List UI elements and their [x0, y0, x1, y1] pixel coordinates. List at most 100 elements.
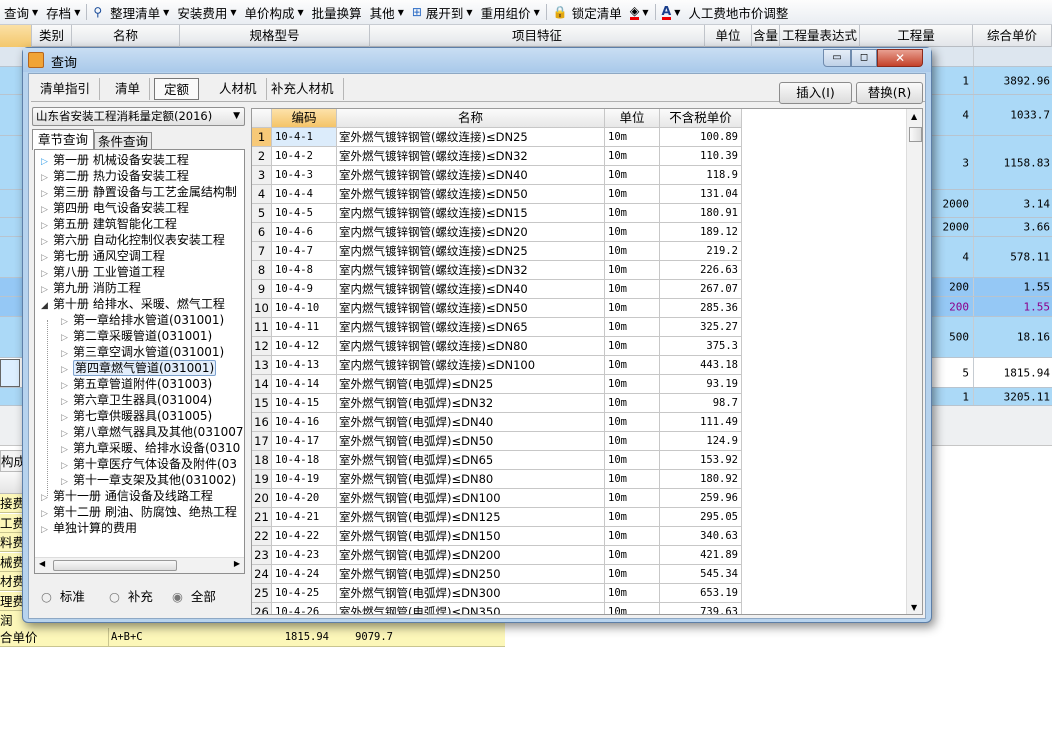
table-row[interactable]: 16 10-4-16 室外燃气钢管(电弧焊)≤DN40 10m 111.49 [252, 413, 742, 432]
table-row[interactable]: 23 10-4-23 室外燃气钢管(电弧焊)≤DN200 10m 421.89 [252, 546, 742, 565]
tree-node[interactable]: ▷ 第十一章支架及其他(031002) [61, 472, 236, 488]
column-header[interactable]: 类别 [32, 25, 72, 47]
tree-node[interactable]: ▷ 第十一册 通信设备及线路工程 [41, 488, 213, 504]
table-row[interactable]: 18 10-4-18 室外燃气钢管(电弧焊)≤DN65 10m 153.92 [252, 451, 742, 470]
tree-node[interactable]: ▷ 第六册 自动化控制仪表安装工程 [41, 232, 225, 248]
tree-node[interactable]: ▷ 第九册 消防工程 [41, 280, 141, 296]
tree-node[interactable]: ◢ 第十册 给排水、采暖、燃气工程 [41, 296, 225, 312]
toolbar-item[interactable]: 存档 ▼ [42, 3, 84, 22]
column-header[interactable]: 名称 [337, 109, 605, 128]
column-header[interactable]: 含量 [752, 25, 780, 47]
maximize-button[interactable]: ◻ [851, 49, 877, 67]
table-row[interactable]: 15 10-4-15 室外燃气钢管(电弧焊)≤DN32 10m 98.7 [252, 394, 742, 413]
tree-node[interactable]: ▷ 第八章燃气器具及其他(031007 [61, 424, 244, 440]
tree-node[interactable]: ▷ 第九章采暖、给排水设备(0310 [61, 440, 240, 456]
row-edit-field[interactable] [0, 359, 20, 387]
scroll-down-icon[interactable]: ▼ [911, 603, 917, 612]
table-row[interactable]: 8 10-4-8 室内燃气镀锌钢管(螺纹连接)≤DN32 10m 226.63 [252, 261, 742, 280]
tree-node[interactable]: ▷ 第三章空调水管道(031001) [61, 344, 224, 360]
table-row[interactable]: 9 10-4-9 室内燃气镀锌钢管(螺纹连接)≤DN40 10m 267.07 [252, 280, 742, 299]
tab-3[interactable]: 人材机 [210, 78, 267, 100]
tab-0[interactable]: 清单指引 [31, 78, 101, 100]
subtab-chapter[interactable]: 章节查询 [32, 129, 94, 150]
radio-checked-icon[interactable]: ◉ [172, 589, 183, 604]
tree-node[interactable]: ▷ 第四册 电气设备安装工程 [41, 200, 189, 216]
column-header[interactable]: 规格型号 [180, 25, 370, 47]
collapse-arrow-icon[interactable]: ◢ [41, 298, 53, 314]
tree-node[interactable]: ▷ 第七章供暖器具(031005) [61, 408, 212, 424]
table-row[interactable]: 17 10-4-17 室外燃气钢管(电弧焊)≤DN50 10m 124.9 [252, 432, 742, 451]
table-row[interactable]: 5 10-4-5 室内燃气镀锌钢管(螺纹连接)≤DN15 10m 180.91 [252, 204, 742, 223]
replace-button[interactable]: 替换(R) [856, 82, 923, 104]
column-header[interactable]: 项目特征 [370, 25, 705, 47]
tab-4[interactable]: 补充人材机 [262, 78, 344, 100]
column-header[interactable]: 工程量 [860, 25, 973, 47]
tree-node[interactable]: ▷ 单独计算的费用 [41, 520, 137, 536]
fill-color-button[interactable]: ◈ ▼ [626, 4, 653, 20]
radio-unchecked-icon[interactable]: ○ [109, 589, 120, 604]
tree-node[interactable]: ▷ 第四章燃气管道(031001) [61, 360, 217, 376]
table-vertical-scrollbar[interactable]: ▲ ▼ [906, 109, 922, 614]
table-row[interactable]: 22 10-4-22 室外燃气钢管(电弧焊)≤DN150 10m 340.63 [252, 527, 742, 546]
library-select[interactable]: 山东省安装工程消耗量定额(2016) ▼ [32, 107, 245, 126]
scroll-up-icon[interactable]: ▲ [911, 112, 917, 121]
dialog-titlebar[interactable]: 查询 ▭ ◻ ✕ [23, 48, 931, 72]
tree-node[interactable]: ▷ 第五册 建筑智能化工程 [41, 216, 177, 232]
tree-node[interactable]: ▷ 第二章采暖管道(031001) [61, 328, 212, 344]
binoculars-icon[interactable]: ⚲ [93, 5, 102, 19]
tree-node[interactable]: ▷ 第三册 静置设备与工艺金属结构制 [41, 184, 237, 200]
toolbar-item[interactable]: 查询 ▼ [0, 3, 42, 22]
toolbar-item[interactable]: 重用组价 ▼ [477, 3, 544, 22]
scroll-left-icon[interactable]: ◀ [39, 559, 45, 568]
subtab-condition[interactable]: 条件查询 [94, 132, 152, 150]
tree-node[interactable]: ▷ 第十章医疗气体设备及附件(03 [61, 456, 237, 472]
close-button[interactable]: ✕ [877, 49, 923, 67]
toolbar-item[interactable]: 整理清单 ▼ [106, 3, 173, 22]
column-header[interactable]: 不含税单价 [660, 109, 742, 128]
table-row[interactable]: 11 10-4-11 室内燃气镀锌钢管(螺纹连接)≤DN65 10m 325.27 [252, 318, 742, 337]
tree-node[interactable]: ▷ 第五章管道附件(031003) [61, 376, 212, 392]
table-row[interactable]: 21 10-4-21 室外燃气钢管(电弧焊)≤DN125 10m 295.05 [252, 508, 742, 527]
font-color-button[interactable]: A ▼ [658, 4, 685, 20]
toolbar-item[interactable]: 展开到 ▼ [422, 3, 477, 22]
table-row[interactable]: 3 10-4-3 室外燃气镀锌钢管(螺纹连接)≤DN40 10m 118.9 [252, 166, 742, 185]
minimize-button[interactable]: ▭ [823, 49, 851, 67]
radio-0[interactable]: ○ 标准 [41, 586, 85, 605]
toolbar-item[interactable]: 安装费用 ▼ [173, 3, 240, 22]
toolbar-item[interactable]: 锁定清单 [568, 3, 626, 22]
scroll-thumb[interactable] [53, 560, 177, 571]
radio-unchecked-icon[interactable]: ○ [41, 589, 52, 604]
table-row[interactable]: 19 10-4-19 室外燃气钢管(电弧焊)≤DN80 10m 180.92 [252, 470, 742, 489]
total-row[interactable]: 合单价 A+B+C 1815.94 9079.7 [0, 628, 505, 647]
toolbar-item[interactable]: 其他 ▼ [366, 3, 408, 22]
table-row[interactable]: 4 10-4-4 室外燃气镀锌钢管(螺纹连接)≤DN50 10m 131.04 [252, 185, 742, 204]
radio-1[interactable]: ○ 补充 [109, 586, 153, 605]
expand-arrow-icon[interactable]: ▷ [41, 522, 53, 538]
column-header[interactable]: 名称 [72, 25, 180, 47]
tree-node[interactable]: ▷ 第七册 通风空调工程 [41, 248, 165, 264]
tree-node[interactable]: ▷ 第六章卫生器具(031004) [61, 392, 212, 408]
column-header[interactable]: 单位 [605, 109, 660, 128]
table-row[interactable]: 20 10-4-20 室外燃气钢管(电弧焊)≤DN100 10m 259.96 [252, 489, 742, 508]
tree-node[interactable]: ▷ 第二册 热力设备安装工程 [41, 168, 189, 184]
table-row[interactable]: 26 10-4-26 室外燃气钢管(电弧焊)≤DN350 10m 739.63 [252, 603, 742, 614]
scroll-thumb[interactable] [909, 127, 922, 142]
table-row[interactable]: 25 10-4-25 室外燃气钢管(电弧焊)≤DN300 10m 653.19 [252, 584, 742, 603]
radio-2[interactable]: ◉ 全部 [172, 586, 216, 605]
table-row[interactable]: 1 10-4-1 室外燃气镀锌钢管(螺纹连接)≤DN25 10m 100.89 [252, 128, 742, 147]
tree-node[interactable]: ▷ 第一册 机械设备安装工程 [41, 152, 189, 168]
table-row[interactable]: 24 10-4-24 室外燃气钢管(电弧焊)≤DN250 10m 545.34 [252, 565, 742, 584]
table-row[interactable]: 2 10-4-2 室外燃气镀锌钢管(螺纹连接)≤DN32 10m 110.39 [252, 147, 742, 166]
table-row[interactable]: 14 10-4-14 室外燃气钢管(电弧焊)≤DN25 10m 93.19 [252, 375, 742, 394]
column-header[interactable]: 综合单价 [973, 25, 1052, 47]
toolbar-item[interactable]: 批量换算 [308, 3, 366, 22]
toolbar-item[interactable]: 人工费地市价调整 [684, 3, 792, 22]
tree-horizontal-scrollbar[interactable]: ◀ ▶ [35, 557, 244, 573]
tree-node[interactable]: ▷ 第十二册 刷油、防腐蚀、绝热工程 [41, 504, 237, 520]
table-row[interactable]: 10 10-4-10 室内燃气镀锌钢管(螺纹连接)≤DN50 10m 285.36 [252, 299, 742, 318]
table-row[interactable]: 12 10-4-12 室内燃气镀锌钢管(螺纹连接)≤DN80 10m 375.3 [252, 337, 742, 356]
toolbar-item[interactable]: 单价构成 ▼ [240, 3, 307, 22]
table-row[interactable]: 7 10-4-7 室内燃气镀锌钢管(螺纹连接)≤DN25 10m 219.2 [252, 242, 742, 261]
table-row[interactable]: 13 10-4-13 室内燃气镀锌钢管(螺纹连接)≤DN100 10m 443.18 [252, 356, 742, 375]
column-header[interactable]: 编码 [272, 109, 337, 128]
